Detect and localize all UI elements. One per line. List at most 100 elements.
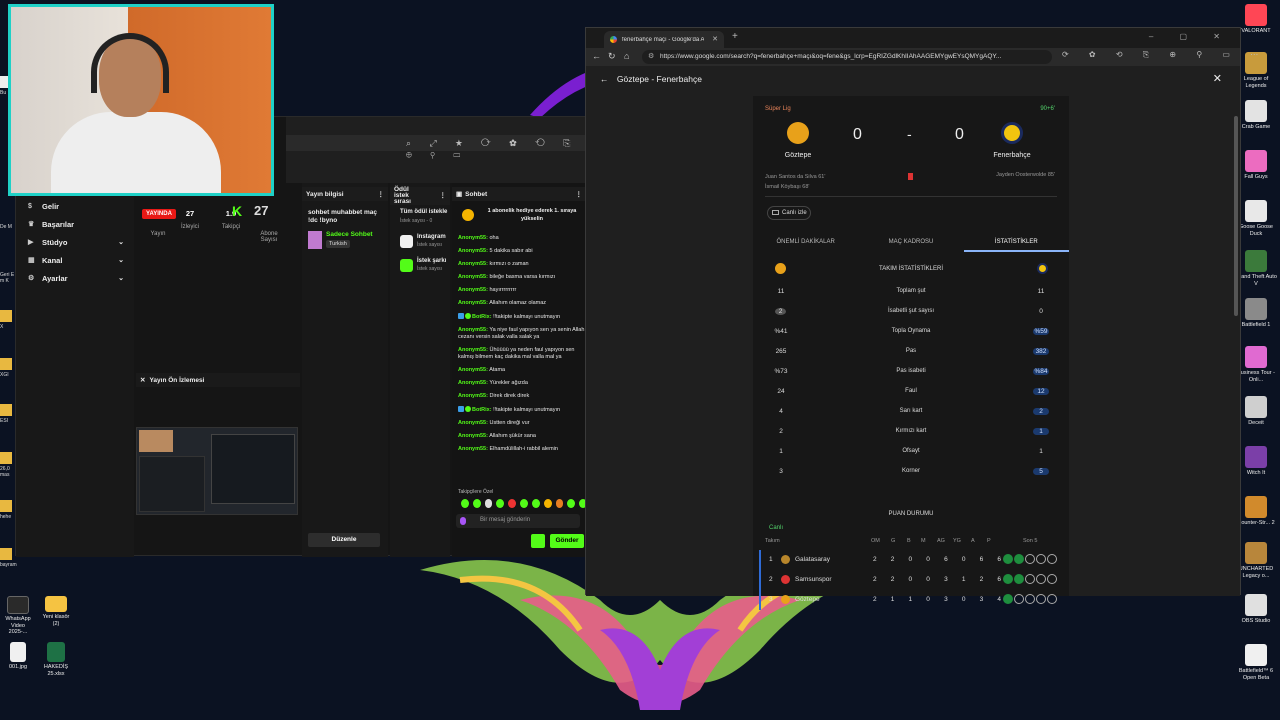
chat-message[interactable]: Anonym55: 5 dakika sabır abi bbox=[458, 248, 586, 255]
tab-statistics[interactable]: İSTATİSTİKLER bbox=[963, 232, 1069, 252]
chat-message[interactable]: Anonym55: Atama bbox=[458, 367, 586, 374]
close-icon[interactable]: ✕ bbox=[140, 376, 145, 384]
close-tab-icon[interactable]: ✕ bbox=[712, 35, 718, 43]
pinned-message[interactable]: 1 abonelik hediye ederek 1. sıraya yükse… bbox=[458, 205, 582, 225]
form-result-icon bbox=[1036, 594, 1046, 604]
chevron-down-icon[interactable]: ⌄ bbox=[118, 274, 124, 282]
stat-row: 265 Pas 382 bbox=[753, 348, 1069, 362]
desktop-icon[interactable]: De M bbox=[0, 224, 16, 230]
chat-message[interactable]: Anonym55: Allahım olamaz olamaz bbox=[458, 300, 586, 307]
emote-icon bbox=[567, 499, 576, 508]
extension-icons[interactable]: ⟳ ✿ ⟲ ⎘ ⊕ ⚲ ▭ ⋯ bbox=[1062, 50, 1267, 60]
chat-input[interactable]: Bir mesaj gönderin bbox=[456, 514, 580, 528]
chat-message[interactable]: BotRix: !!takipte kalmayı unutmayın bbox=[458, 313, 586, 321]
desktop-icon-jpg[interactable]: 001.jpg bbox=[2, 642, 34, 671]
desktop-icon[interactable]: ESI bbox=[0, 404, 16, 424]
chat-message[interactable]: Anonym55: hayırrrrrrrrr bbox=[458, 287, 586, 294]
match-card: Süper Lig 90+6' Göztepe 0 - 0 Fenerbahçe… bbox=[753, 96, 1069, 610]
chat-message[interactable]: Anonym55: kırmızı o zaman bbox=[458, 261, 586, 268]
close-icon[interactable]: ✕ bbox=[1213, 72, 1222, 85]
desktop-icon[interactable]: Geri E m K bbox=[0, 272, 16, 284]
desktop-icon-new-folder[interactable]: Yeni klasör (2) bbox=[40, 596, 72, 627]
window-controls[interactable]: ‒ ▢ ✕ bbox=[1149, 32, 1232, 41]
chat-message[interactable]: BotRix: !!takipte kalmayı unutmayın bbox=[458, 406, 586, 414]
table-row[interactable]: 1 Galatasaray 2 2 0 0 6 0 6 6 bbox=[759, 550, 1061, 570]
request-song[interactable]: İstek şarkı İstek sayısı bbox=[400, 257, 450, 275]
sidebar-item-stüdyo[interactable]: ▶ Stüdyo ⌄ bbox=[16, 233, 134, 251]
send-button[interactable]: Gönder bbox=[550, 534, 584, 548]
sidebar-item-başarılar[interactable]: ♛ Başarılar bbox=[16, 215, 134, 233]
form-result-icon bbox=[1036, 554, 1046, 564]
search-results-page: ← Göztepe - Fenerbahçe ✕ Süper Lig 90+6'… bbox=[586, 66, 1240, 610]
toolbar-icons[interactable]: ⌕ ⤢ ★ ⟳ ✿ ⟲ ⎘ ⊕ ⚲ ▭ bbox=[406, 138, 586, 160]
stream-preview-header: ✕ Yayın Ön İzlemesi bbox=[136, 373, 300, 387]
live-badge: YAYINDA bbox=[142, 209, 176, 219]
table-row[interactable]: 2 Samsunspor 2 2 0 0 3 1 2 6 bbox=[759, 570, 1061, 590]
sidebar-item-ayarlar[interactable]: ⚙ Ayarlar ⌄ bbox=[16, 269, 134, 287]
table-row[interactable]: 3 Göztepe 2 1 1 0 3 0 3 4 bbox=[759, 590, 1061, 610]
home-icon[interactable]: ⌂ bbox=[624, 51, 629, 61]
chat-message[interactable]: Anonym55: Yürekler ağızda bbox=[458, 380, 586, 387]
reload-icon[interactable]: ↻ bbox=[608, 51, 616, 62]
form-result-icon bbox=[1025, 554, 1035, 564]
desktop-icon[interactable]: hehe bbox=[0, 500, 16, 520]
desktop-icon[interactable]: Battlefield™ 6 Open Beta bbox=[1234, 644, 1278, 681]
more-icon[interactable]: ⋮ bbox=[440, 192, 447, 199]
column-header: G bbox=[891, 538, 896, 544]
back-icon[interactable]: ← bbox=[592, 51, 601, 61]
chat-messages[interactable]: Anonym55: oha Anonym55: 5 dakika sabır ab… bbox=[458, 235, 586, 459]
browser-tab[interactable]: fenerbahçe maçı - Google'da Ara ✕ bbox=[604, 31, 724, 48]
column-header: YG bbox=[953, 538, 961, 544]
chat-message[interactable]: Anonym55: Allahım şükür sana bbox=[458, 433, 586, 440]
new-tab-icon[interactable]: + bbox=[732, 31, 738, 42]
away-score: 0 bbox=[955, 126, 964, 143]
emote-row[interactable] bbox=[461, 499, 587, 511]
home-team[interactable]: Göztepe bbox=[763, 122, 833, 159]
microphone-icon[interactable] bbox=[460, 517, 466, 525]
desktop-icon[interactable]: 26,0 mas bbox=[0, 452, 16, 478]
image-file-icon bbox=[10, 642, 26, 662]
desktop-icon[interactable]: X bbox=[0, 310, 16, 330]
column-header: M bbox=[921, 538, 926, 544]
desktop-icon[interactable]: XGI bbox=[0, 358, 16, 378]
request-instagram[interactable]: Instagram İstek sayısı bbox=[400, 233, 450, 251]
back-arrow-icon[interactable]: ← bbox=[600, 74, 609, 84]
studio-icon: ▶ bbox=[28, 239, 34, 246]
site-info-icon[interactable]: ⚙ bbox=[648, 50, 654, 64]
category-thumbnail bbox=[308, 231, 322, 249]
trophy-icon: ♛ bbox=[28, 221, 35, 228]
chat-message[interactable]: Anonym55: Ühüüüü ya neden faul yapıyon s… bbox=[458, 347, 586, 361]
chat-message[interactable]: Anonym55: Ustten direği vur bbox=[458, 420, 586, 427]
chevron-down-icon[interactable]: ⌄ bbox=[118, 238, 124, 246]
edit-button[interactable]: Düzenle bbox=[308, 533, 380, 547]
chat-message[interactable]: Anonym55: Ya niye faul yapıyon sen ya se… bbox=[458, 327, 586, 341]
tab-key-moments[interactable]: ÖNEMLİ DAKİKALAR bbox=[753, 232, 858, 252]
sidebar-item-kanal[interactable]: ▦ Kanal ⌄ bbox=[16, 251, 134, 269]
more-icon[interactable]: ⋮ bbox=[576, 190, 583, 198]
live-label: Canlı bbox=[769, 525, 784, 531]
league-name[interactable]: Süper Lig bbox=[765, 106, 791, 112]
address-bar[interactable]: ⚙ https://www.google.com/search?q=fenerb… bbox=[642, 50, 1052, 64]
watch-live-button[interactable]: Canlı izle bbox=[767, 206, 811, 220]
scrollbar[interactable] bbox=[1234, 116, 1238, 316]
desktop-icon-xlsx[interactable]: HAKEDİŞ 25.xlsx bbox=[40, 642, 72, 677]
chat-message[interactable]: Anonym55: Elhamdülillah-i rabbil alemin bbox=[458, 446, 586, 453]
chat-message[interactable]: Anonym55: oha bbox=[458, 235, 586, 242]
emote-icon bbox=[508, 499, 517, 508]
sidebar-item-gelir[interactable]: $ Gelir bbox=[16, 197, 134, 215]
chat-message[interactable]: Anonym55: Direk direk direk bbox=[458, 393, 586, 400]
desktop-icon[interactable]: bayram bbox=[0, 548, 17, 568]
folder-icon bbox=[45, 596, 67, 612]
column-header: Takım bbox=[765, 538, 780, 544]
tab-strip: fenerbahçe maçı - Google'da Ara ✕ + ‒ ▢ … bbox=[586, 28, 1240, 48]
tab-lineups[interactable]: MAÇ KADROSU bbox=[858, 232, 963, 252]
chat-message[interactable]: Anonym55: bileğe basma varsa kırmızı bbox=[458, 274, 586, 281]
form-result-icon bbox=[1003, 594, 1013, 604]
away-team[interactable]: Fenerbahçe bbox=[977, 122, 1047, 159]
chat-settings-icon[interactable] bbox=[531, 534, 545, 548]
more-icon[interactable]: ⋮ bbox=[378, 190, 385, 198]
verified-icon bbox=[465, 313, 471, 319]
chevron-down-icon[interactable]: ⌄ bbox=[118, 256, 124, 264]
desktop-icon[interactable]: OBS Studio bbox=[1234, 594, 1278, 625]
desktop-icon-whatsapp-video[interactable]: WhatsApp Video 2025-... bbox=[2, 596, 34, 636]
